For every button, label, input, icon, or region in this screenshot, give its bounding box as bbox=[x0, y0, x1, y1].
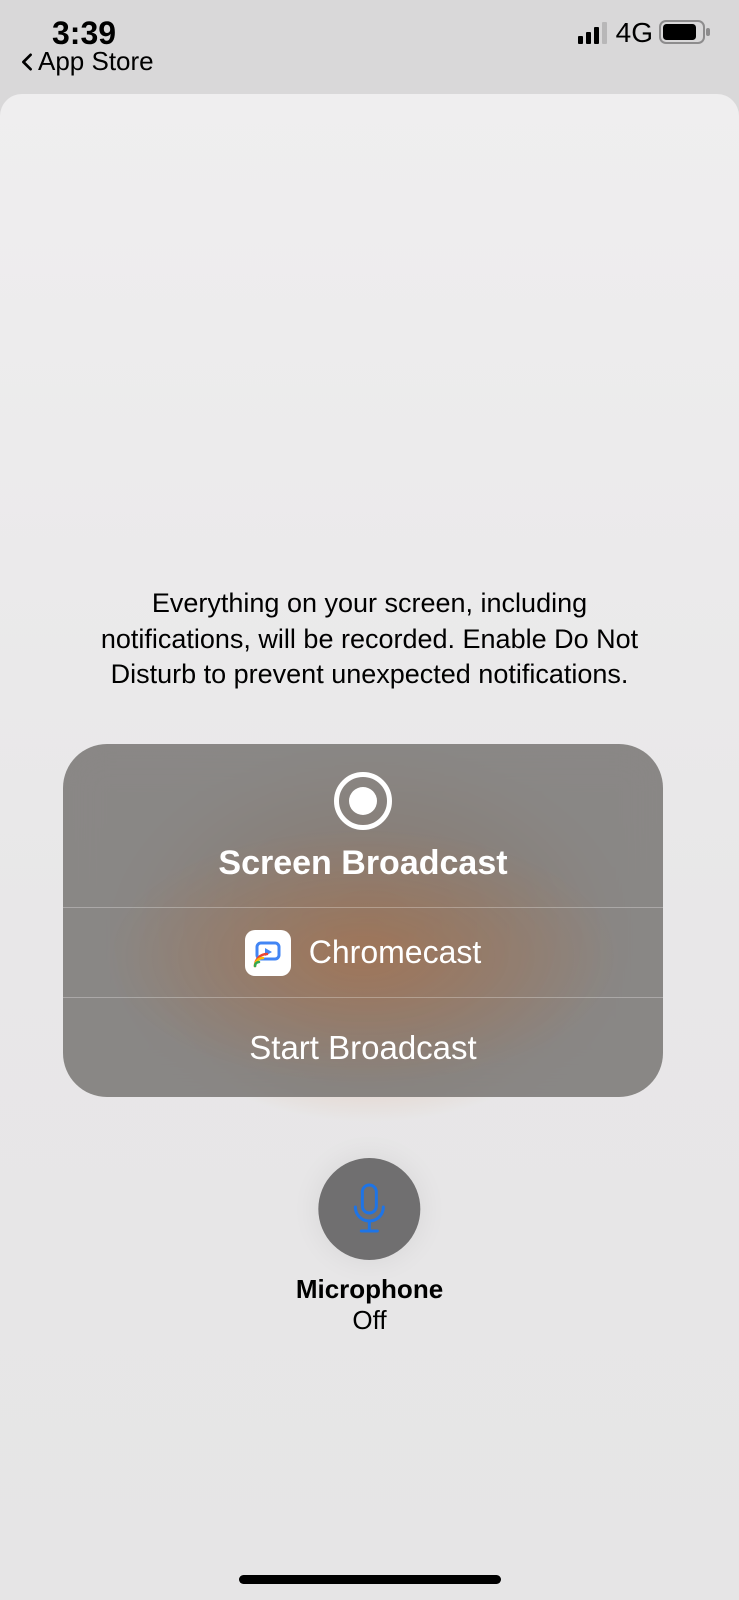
recording-warning-text: Everything on your screen, including not… bbox=[90, 586, 650, 693]
record-icon bbox=[334, 772, 392, 830]
battery-icon bbox=[659, 15, 711, 52]
broadcast-card: Screen Broadcast Chromecast Start Broadc… bbox=[63, 744, 663, 1097]
chromecast-app-icon bbox=[245, 930, 291, 976]
microphone-toggle-button[interactable] bbox=[319, 1158, 421, 1260]
home-indicator[interactable] bbox=[239, 1575, 501, 1584]
broadcast-target-label: Chromecast bbox=[309, 934, 482, 971]
start-broadcast-label: Start Broadcast bbox=[249, 1029, 476, 1067]
microphone-state: Off bbox=[352, 1305, 386, 1336]
broadcast-modal: Everything on your screen, including not… bbox=[0, 94, 739, 1600]
broadcast-target-row[interactable]: Chromecast bbox=[63, 907, 663, 997]
broadcast-title: Screen Broadcast bbox=[218, 844, 507, 883]
broadcast-card-header: Screen Broadcast bbox=[63, 744, 663, 907]
back-label: App Store bbox=[38, 46, 154, 77]
microphone-icon bbox=[350, 1183, 390, 1235]
status-right: 4G bbox=[578, 15, 711, 52]
network-label: 4G bbox=[616, 17, 653, 49]
microphone-section: Microphone Off bbox=[296, 1158, 443, 1336]
back-chevron-icon bbox=[18, 53, 36, 71]
microphone-label: Microphone bbox=[296, 1274, 443, 1305]
cellular-icon bbox=[578, 15, 610, 52]
start-broadcast-button[interactable]: Start Broadcast bbox=[63, 997, 663, 1097]
back-to-app-link[interactable]: App Store bbox=[18, 46, 154, 77]
